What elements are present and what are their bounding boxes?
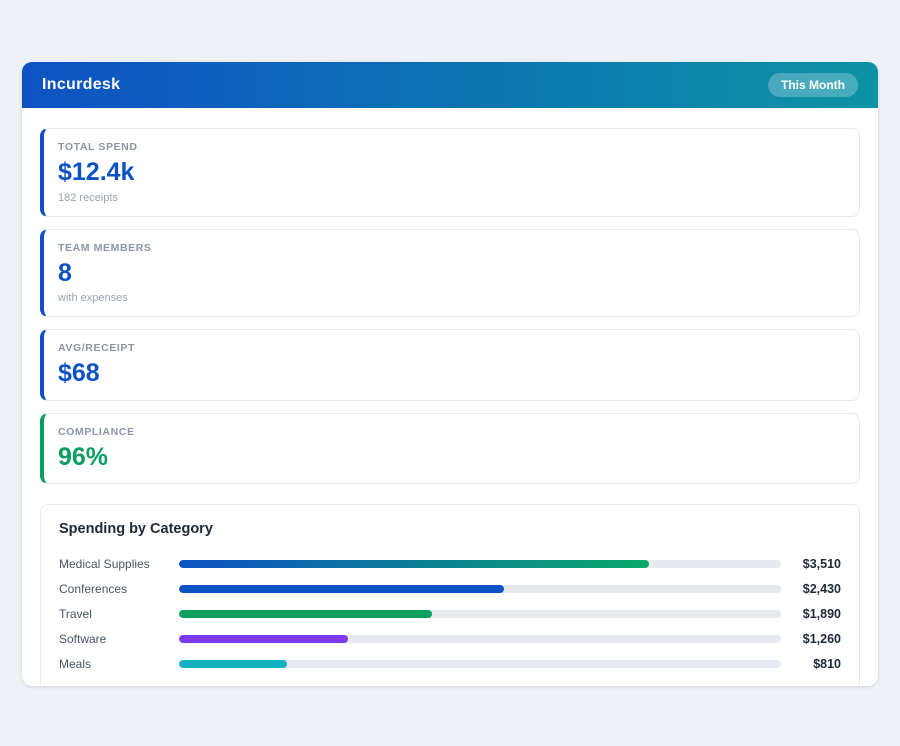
category-label: Meals	[59, 657, 179, 671]
category-value: $3,510	[781, 557, 841, 571]
stat-label: TEAM MEMBERS	[58, 242, 843, 254]
category-bar-fill	[179, 635, 348, 643]
stat-card: AVG/RECEIPT $68	[40, 329, 860, 401]
stat-subtext: with expenses	[58, 292, 843, 304]
category-bar-track	[179, 560, 781, 568]
category-label: Travel	[59, 607, 179, 621]
spending-chart-title: Spending by Category	[59, 521, 841, 537]
category-bar-track	[179, 610, 781, 618]
category-row: Software $1,260	[59, 626, 841, 651]
spending-by-category-card: Spending by Category Medical Supplies $3,…	[40, 504, 860, 686]
category-row: Meals $810	[59, 651, 841, 676]
stat-label: AVG/RECEIPT	[58, 342, 843, 354]
category-bar-track	[179, 660, 781, 668]
stats-list: TOTAL SPEND $12.4k 182 receipts TEAM MEMBER…	[40, 128, 860, 484]
app-content: TOTAL SPEND $12.4k 182 receipts TEAM MEMBER…	[22, 108, 878, 686]
stat-label: TOTAL SPEND	[58, 141, 843, 153]
category-rows: Medical Supplies $3,510 Conferences $2,430 T…	[59, 551, 841, 676]
dashboard-card: Incurdesk This Month TOTAL SPEND $12.4k 18…	[22, 62, 878, 686]
category-bar-track	[179, 635, 781, 643]
category-bar-fill	[179, 610, 432, 618]
category-bar-track	[179, 585, 781, 593]
category-bar-fill	[179, 560, 649, 568]
stat-value: 96%	[58, 444, 843, 472]
category-bar-fill	[179, 585, 504, 593]
category-row: Medical Supplies $3,510	[59, 551, 841, 576]
app-header: Incurdesk This Month	[22, 62, 878, 108]
period-badge[interactable]: This Month	[768, 73, 858, 97]
stat-value: 8	[58, 260, 843, 288]
category-row: Travel $1,890	[59, 601, 841, 626]
category-value: $1,890	[781, 607, 841, 621]
app-title: Incurdesk	[42, 76, 120, 94]
category-label: Conferences	[59, 582, 179, 596]
stat-subtext: 182 receipts	[58, 192, 843, 204]
stat-card: TEAM MEMBERS 8 with expenses	[40, 229, 860, 318]
category-value: $1,260	[781, 632, 841, 646]
category-bar-fill	[179, 660, 287, 668]
category-value: $2,430	[781, 582, 841, 596]
category-label: Software	[59, 632, 179, 646]
category-label: Medical Supplies	[59, 557, 179, 571]
stat-value: $68	[58, 360, 843, 388]
stat-value: $12.4k	[58, 159, 843, 187]
category-row: Conferences $2,430	[59, 576, 841, 601]
stat-card: COMPLIANCE 96%	[40, 413, 860, 485]
stat-label: COMPLIANCE	[58, 426, 843, 438]
stat-card: TOTAL SPEND $12.4k 182 receipts	[40, 128, 860, 217]
category-value: $810	[781, 657, 841, 671]
